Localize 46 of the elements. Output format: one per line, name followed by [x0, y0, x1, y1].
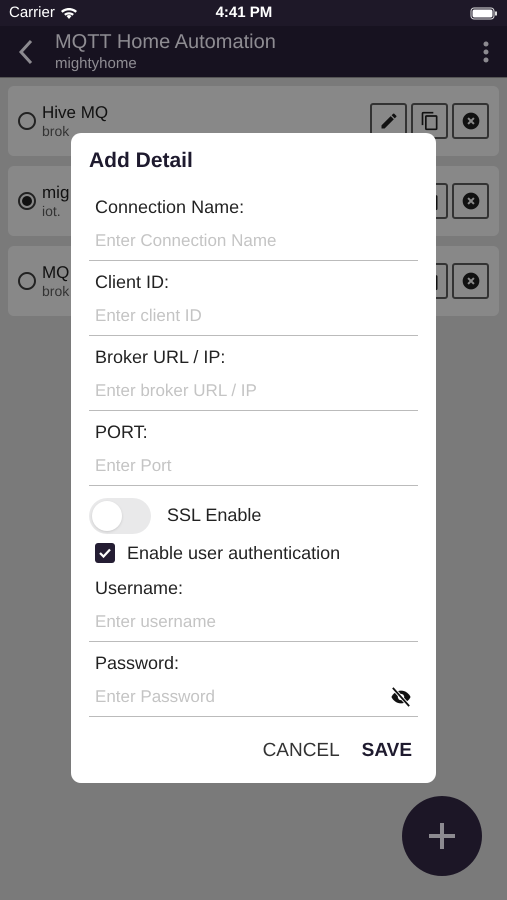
text-field[interactable]: Enter username [95, 609, 412, 635]
app-title: MQTT Home Automation [55, 30, 277, 55]
connection-name: Hive MQ [42, 102, 108, 123]
back-icon[interactable] [18, 38, 34, 64]
save-button[interactable]: SAVE [362, 736, 412, 765]
radio-button[interactable] [18, 272, 36, 290]
switch-label: SSL Enable [167, 504, 262, 527]
battery-icon [470, 6, 498, 20]
checkbox-label: Enable user authentication [127, 542, 340, 564]
connection-name: mig [42, 182, 70, 203]
text-field[interactable]: Enter client ID [95, 303, 412, 329]
field-label: Connection Name: [94, 196, 246, 218]
connection-address: brok [42, 122, 70, 140]
text-field[interactable]: Enter broker URL / IP [95, 378, 412, 404]
checkmark-icon [98, 546, 112, 560]
copy-icon [420, 111, 440, 131]
field-label: PORT: [94, 420, 149, 444]
field-label: Client ID: [94, 270, 170, 294]
app-subtitle: mightyhome [55, 54, 138, 74]
close-icon [460, 271, 480, 291]
password-field[interactable]: Enter Password [95, 684, 390, 710]
text-field[interactable]: Enter Connection Name [95, 228, 412, 254]
radio-button[interactable] [18, 112, 36, 130]
status-time: 4:41 PM [214, 2, 274, 23]
radio-button[interactable] [18, 192, 36, 210]
delete-button[interactable] [452, 263, 489, 299]
connection-address: brok [42, 282, 70, 300]
close-icon [460, 111, 480, 131]
wifi-icon [60, 6, 78, 20]
more-icon[interactable] [483, 40, 489, 62]
text-field[interactable]: Enter Port [95, 453, 412, 479]
field-label: Password: [94, 652, 180, 674]
checkbox[interactable] [95, 543, 115, 563]
connection-name: MQ [42, 262, 70, 283]
pencil-icon [378, 111, 398, 131]
ssl-switch[interactable] [89, 498, 151, 534]
close-icon [460, 191, 480, 211]
plus-icon [427, 821, 457, 851]
field-label: Broker URL / IP: [94, 346, 226, 368]
delete-button[interactable] [452, 103, 489, 139]
delete-button[interactable] [452, 183, 489, 219]
connection-address: iot. [42, 202, 61, 220]
cancel-button[interactable]: CANCEL [262, 736, 340, 765]
field-label: Username: [94, 576, 184, 600]
carrier-label: Carrier [9, 2, 55, 23]
eye-slash-icon[interactable] [390, 687, 412, 707]
